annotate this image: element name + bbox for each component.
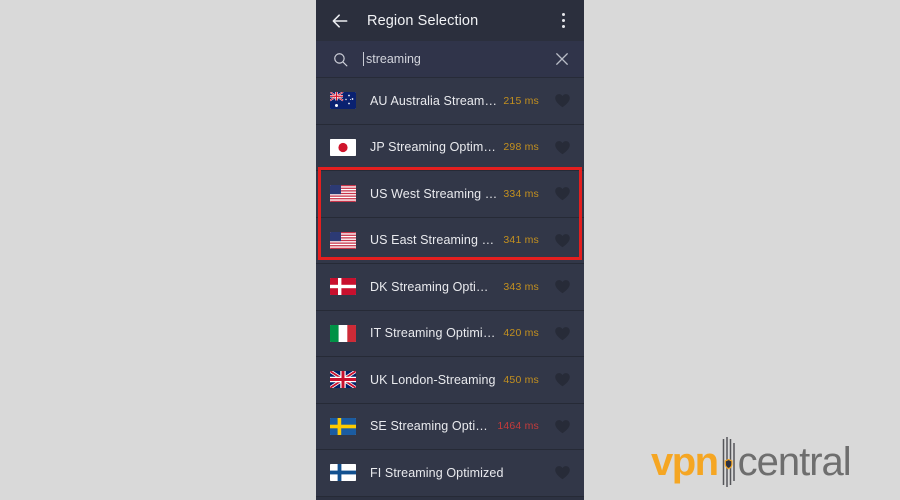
search-icon: [334, 52, 348, 66]
flag-icon-it: [330, 324, 356, 342]
flag-icon-us: [330, 185, 356, 203]
region-name: AU Australia Stream…: [370, 93, 498, 108]
region-row[interactable]: DK Streaming Opti… 343 ms: [316, 264, 584, 311]
region-name: FI Streaming Optimized: [370, 465, 504, 480]
favorite-heart-icon[interactable]: [553, 324, 572, 343]
logo-separator-icon: [722, 437, 735, 487]
favorite-heart-icon[interactable]: [553, 91, 572, 110]
back-arrow-icon[interactable]: [330, 11, 350, 31]
more-vertical-icon[interactable]: [554, 11, 572, 31]
region-row[interactable]: US West Streaming … 334 ms: [316, 171, 584, 218]
favorite-heart-icon[interactable]: [553, 277, 572, 296]
menu-dot: [561, 19, 565, 22]
region-name: IT Streaming Optimi…: [370, 326, 496, 341]
logo-text-central: central: [737, 440, 852, 484]
latency-label: 450 ms: [503, 373, 539, 386]
flag-icon-jp: [330, 138, 356, 156]
vpn-app-panel: Region Selection streaming AU Australia …: [316, 0, 584, 500]
favorite-heart-icon[interactable]: [553, 370, 572, 389]
logo-text-vpn: vpn: [651, 440, 719, 484]
region-name: US East Streaming …: [370, 233, 495, 248]
menu-dot: [561, 25, 565, 28]
region-name: DK Streaming Opti…: [370, 279, 489, 294]
latency-label: 334 ms: [503, 187, 539, 200]
search-bar[interactable]: streaming: [316, 41, 584, 78]
flag-icon-se: [330, 417, 356, 435]
region-list[interactable]: AU Australia Stream… 215 ms JP Streaming O…: [316, 78, 584, 500]
menu-dot: [561, 13, 565, 16]
latency-label: 298 ms: [503, 141, 539, 154]
region-name: SE Streaming Opti…: [370, 419, 488, 434]
flag-icon-dk: [330, 278, 356, 296]
latency-label: 1464 ms: [497, 420, 539, 433]
latency-label: 420 ms: [503, 327, 539, 340]
favorite-heart-icon[interactable]: [553, 417, 572, 436]
latency-label: 215 ms: [503, 94, 539, 107]
app-bar: Region Selection: [316, 0, 584, 41]
latency-label: 343 ms: [503, 280, 539, 293]
region-name: JP Streaming Optim…: [370, 140, 497, 155]
favorite-heart-icon[interactable]: [553, 184, 572, 203]
text-cursor: [363, 52, 364, 66]
region-row[interactable]: US East Streaming … 341 ms: [316, 217, 584, 264]
search-input-value: streaming: [366, 52, 421, 66]
close-icon[interactable]: [553, 50, 571, 68]
region-row[interactable]: SE Streaming Opti… 1464 ms: [316, 403, 584, 450]
flag-icon-us: [330, 231, 356, 249]
flag-icon-fi: [330, 464, 356, 482]
latency-label: 341 ms: [503, 234, 539, 247]
flag-icon-uk: [330, 371, 356, 389]
favorite-heart-icon[interactable]: [553, 138, 572, 157]
flag-icon-au: [330, 92, 356, 110]
favorite-heart-icon[interactable]: [553, 231, 572, 250]
region-row[interactable]: AU Australia Stream… 215 ms: [316, 78, 584, 125]
favorite-heart-icon[interactable]: [553, 463, 572, 482]
region-row[interactable]: UK London-Streaming 450 ms: [316, 357, 584, 404]
region-row[interactable]: IT Streaming Optimi… 420 ms: [316, 310, 584, 357]
region-row[interactable]: JP Streaming Optim… 298 ms: [316, 124, 584, 171]
region-name: US West Streaming …: [370, 186, 498, 201]
vpncentral-watermark: vpn central: [651, 437, 852, 487]
region-row[interactable]: FI Streaming Optimized: [316, 450, 584, 497]
region-name: UK London-Streaming: [370, 372, 496, 387]
page-title: Region Selection: [367, 12, 479, 29]
search-input[interactable]: streaming: [363, 52, 545, 66]
